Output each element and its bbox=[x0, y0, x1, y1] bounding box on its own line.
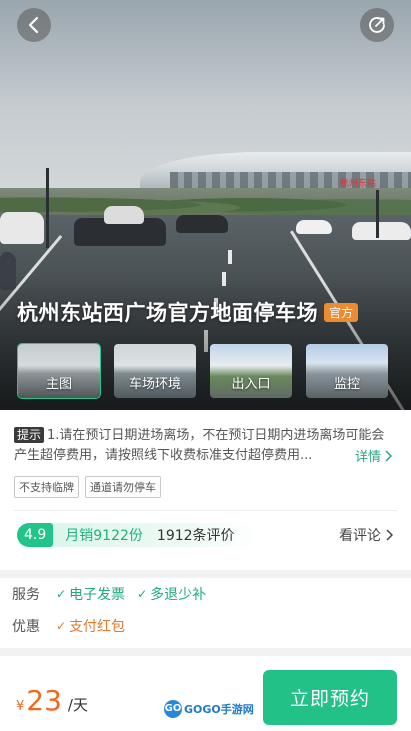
page-title: 杭州东站西广场官方地面停车场 bbox=[17, 301, 318, 325]
photo-thumbnails: 主图 车场环境 出入口 监控 bbox=[17, 343, 389, 399]
service-invoice: ✓ 电子发票 bbox=[56, 587, 126, 603]
check-icon: ✓ bbox=[56, 587, 67, 601]
back-arrow-icon bbox=[28, 16, 39, 34]
hero-image[interactable]: 杭州东站 杭州东站西广场官方地面停车场 官方 主图 车场环境 出入口 监控 bbox=[0, 0, 411, 410]
see-reviews-link[interactable]: 看评论 bbox=[339, 525, 393, 545]
price-value: 23 bbox=[26, 684, 62, 717]
chevron-right-icon bbox=[386, 529, 393, 541]
tag: 通道请勿停车 bbox=[85, 476, 161, 498]
divider bbox=[14, 510, 397, 511]
lamp-pole bbox=[376, 190, 379, 238]
parked-car bbox=[104, 206, 144, 224]
thumb-label: 车场环境 bbox=[128, 377, 181, 392]
bottom-bar: ¥ 23 /天 GO GOGO手游网 立即预约 bbox=[0, 656, 411, 731]
tree-line bbox=[0, 188, 411, 216]
detail-link[interactable]: 详情 bbox=[348, 446, 392, 465]
book-now-button[interactable]: 立即预约 bbox=[263, 670, 397, 725]
watermark: GO GOGO手游网 bbox=[164, 700, 254, 718]
discount-redpacket: ✓ 支付红包 bbox=[56, 619, 126, 635]
tag: 不支持临牌 bbox=[14, 476, 79, 498]
info-card: 提示 1.请在预订日期进场离场，不在预订日期内进场离场可能会产生超停费用，请按照线… bbox=[0, 410, 411, 570]
parking-title: 杭州东站西广场官方地面停车场 官方 bbox=[17, 297, 359, 327]
service-row: 服务 ✓ 电子发票 ✓ 多退少补 bbox=[12, 584, 218, 604]
lane-mark bbox=[228, 250, 232, 264]
rating-score: 4.9 bbox=[17, 523, 54, 547]
service-refund: ✓ 多退少补 bbox=[137, 587, 207, 603]
detail-label: 详情 bbox=[354, 450, 381, 465]
lamp-pole bbox=[46, 168, 49, 248]
review-count: 1912条评价 bbox=[156, 528, 235, 544]
thumb-entrance[interactable]: 出入口 bbox=[209, 343, 293, 399]
check-icon: ✓ bbox=[137, 587, 148, 601]
share-icon bbox=[369, 17, 385, 33]
price: ¥ 23 /天 bbox=[16, 684, 88, 717]
service-label: 服务 bbox=[12, 587, 40, 603]
notice-text: 1.请在预订日期进场离场，不在预订日期内进场离场可能会产生超停费用，请按照线下收… bbox=[14, 428, 385, 463]
chevron-right-icon bbox=[385, 449, 392, 462]
currency-symbol: ¥ bbox=[16, 699, 25, 714]
thumb-label: 监控 bbox=[333, 377, 360, 392]
watermark-text: GOGO手游网 bbox=[184, 703, 254, 716]
thumb-monitor[interactable]: 监控 bbox=[305, 343, 389, 399]
parked-car bbox=[176, 215, 228, 233]
rating-bar: 4.9 月销9122份 1912条评价 bbox=[17, 523, 258, 547]
check-icon: ✓ bbox=[56, 619, 67, 633]
tag-list: 不支持临牌 通道请勿停车 bbox=[14, 476, 161, 498]
parked-car bbox=[352, 222, 411, 240]
discount-row: 优惠 ✓ 支付红包 bbox=[12, 616, 125, 636]
notice: 提示 1.请在预订日期进场离场，不在预订日期内进场离场可能会产生超停费用，请按照线… bbox=[14, 426, 396, 466]
discount-label: 优惠 bbox=[12, 619, 40, 635]
share-button[interactable] bbox=[360, 8, 394, 42]
monthly-sales: 月销9122份 bbox=[65, 528, 143, 544]
tip-badge: 提示 bbox=[14, 427, 45, 443]
see-reviews-label: 看评论 bbox=[339, 528, 381, 544]
price-unit: /天 bbox=[67, 696, 88, 714]
thumb-label: 主图 bbox=[45, 377, 72, 392]
watermark-logo-icon: GO bbox=[164, 700, 182, 718]
thumb-main[interactable]: 主图 bbox=[17, 343, 101, 399]
official-badge: 官方 bbox=[324, 302, 359, 322]
thumb-environment[interactable]: 车场环境 bbox=[113, 343, 197, 399]
parked-car bbox=[0, 212, 44, 244]
thumb-label: 出入口 bbox=[231, 377, 271, 392]
services-section: 服务 ✓ 电子发票 ✓ 多退少补 优惠 ✓ 支付红包 bbox=[0, 578, 411, 648]
parked-car bbox=[296, 220, 332, 234]
back-button[interactable] bbox=[17, 8, 51, 42]
